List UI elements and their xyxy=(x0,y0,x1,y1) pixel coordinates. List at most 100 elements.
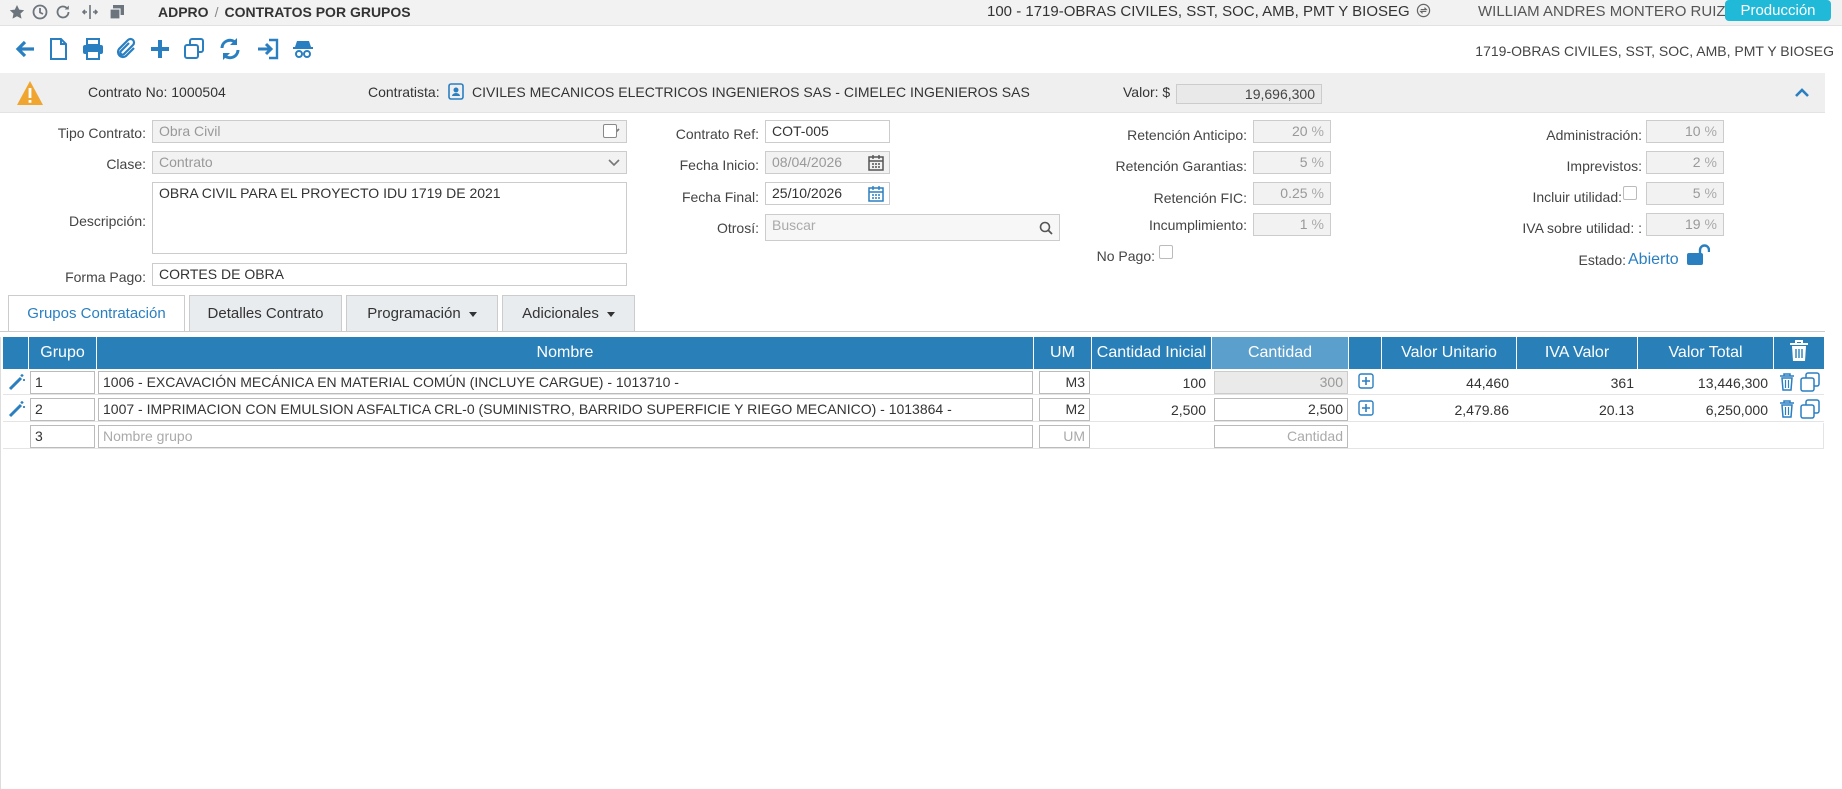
windows-icon[interactable] xyxy=(107,2,127,22)
incluir-utilidad-input[interactable]: 5% xyxy=(1646,182,1724,205)
add-icon[interactable] xyxy=(147,36,173,62)
valor-label: Valor: $ xyxy=(1123,84,1171,100)
nombre-cell[interactable]: 1006 - EXCAVACIÓN MECÁNICA EN MATERIAL C… xyxy=(98,371,1033,394)
estado-value[interactable]: Abierto xyxy=(1628,251,1679,269)
administracion-label: Administración: xyxy=(1546,127,1642,143)
tab-programacion[interactable]: Programación xyxy=(346,295,498,332)
calendar-icon[interactable] xyxy=(867,154,885,172)
nombre-input[interactable]: Nombre grupo xyxy=(98,425,1033,448)
cantidad-cell[interactable]: 300 xyxy=(1214,371,1348,394)
star-icon[interactable] xyxy=(7,2,27,22)
duplicate-icon[interactable] xyxy=(1800,372,1820,392)
paperclip-icon[interactable] xyxy=(113,36,139,62)
grupo-cell[interactable]: 3 xyxy=(30,425,95,448)
user-name[interactable]: WILLIAM ANDRES MONTERO RUIZ xyxy=(1478,3,1726,20)
fecha-final-value: 25/10/2026 xyxy=(772,185,843,201)
incluir-utilidad-checkbox[interactable] xyxy=(1623,186,1637,200)
trash-icon[interactable] xyxy=(1779,373,1795,391)
clase-select[interactable]: Contrato xyxy=(152,151,627,174)
um-input[interactable]: UM xyxy=(1039,425,1090,448)
retencion-anticipo-input[interactable]: 20% xyxy=(1253,120,1331,143)
contact-card-icon[interactable] xyxy=(448,83,464,100)
tipo-contrato-select[interactable]: Obra Civil xyxy=(152,120,627,143)
import-icon[interactable] xyxy=(255,36,281,62)
column-header-valor-unitario[interactable]: Valor Unitario xyxy=(1382,337,1517,369)
warning-icon xyxy=(17,81,43,105)
descripcion-textarea[interactable]: OBRA CIVIL PARA EL PROYECTO IDU 1719 DE … xyxy=(152,182,627,254)
contract-number: Contrato No: 1000504 xyxy=(88,84,226,100)
retencion-garantias-input[interactable]: 5% xyxy=(1253,151,1331,174)
no-pago-label: No Pago: xyxy=(1096,248,1155,264)
incluir-utilidad-value: 5 xyxy=(1692,185,1701,201)
administracion-input[interactable]: 10% xyxy=(1646,120,1724,143)
switch-project-icon[interactable] xyxy=(1416,3,1431,18)
refresh-icon[interactable] xyxy=(53,2,73,22)
no-pago-checkbox[interactable] xyxy=(1159,245,1173,259)
duplicate-icon[interactable] xyxy=(1800,399,1820,419)
copy-icon[interactable] xyxy=(181,36,207,62)
plus-square-icon[interactable] xyxy=(1358,400,1374,416)
otrosi-search-input[interactable]: Buscar xyxy=(765,214,1060,241)
split-view-icon[interactable] xyxy=(80,2,100,22)
column-header-iva-valor[interactable]: IVA Valor xyxy=(1517,337,1638,369)
column-header-edit xyxy=(3,337,29,369)
tab-adicionales[interactable]: Adicionales xyxy=(502,295,635,332)
clase-label: Clase: xyxy=(106,156,146,172)
tipo-contrato-label: Tipo Contrato: xyxy=(57,125,146,141)
percent-sign: % xyxy=(1311,154,1324,170)
unlock-icon[interactable] xyxy=(1686,244,1710,266)
valor-total-value: 13,446,300 xyxy=(1697,375,1768,391)
retencion-fic-input[interactable]: 0.25% xyxy=(1253,182,1331,205)
column-header-nombre[interactable]: Nombre xyxy=(97,337,1034,369)
magic-wand-icon[interactable] xyxy=(8,400,26,418)
back-arrow-icon[interactable] xyxy=(12,36,38,62)
breadcrumb-page: CONTRATOS POR GRUPOS xyxy=(224,4,411,20)
plus-square-icon[interactable] xyxy=(1358,373,1374,389)
fecha-final-input[interactable]: 25/10/2026 xyxy=(765,182,890,205)
tab-grupos-contratacion[interactable]: Grupos Contratación xyxy=(8,295,185,332)
column-header-um[interactable]: UM xyxy=(1034,337,1092,369)
contract-header: Contrato No: 1000504 Contratista: CIVILE… xyxy=(0,73,1825,113)
imprevistos-value: 2 xyxy=(1692,154,1701,170)
imprevistos-input[interactable]: 2% xyxy=(1646,151,1724,174)
column-header-add xyxy=(1349,337,1382,369)
history-icon[interactable] xyxy=(30,2,50,22)
calendar-icon[interactable] xyxy=(867,185,885,203)
cantidad-cell[interactable]: 2,500 xyxy=(1214,398,1348,421)
imprevistos-label: Imprevistos: xyxy=(1566,158,1642,174)
tab-detalles-contrato[interactable]: Detalles Contrato xyxy=(189,295,342,332)
trash-icon[interactable] xyxy=(1779,400,1795,418)
nombre-cell[interactable]: 1007 - IMPRIMACION CON EMULSION ASFALTIC… xyxy=(98,398,1033,421)
column-header-cantidad-inicial[interactable]: Cantidad Inicial xyxy=(1092,337,1212,369)
tipo-contrato-checkbox[interactable] xyxy=(603,124,617,138)
incumplimiento-input[interactable]: 1% xyxy=(1253,213,1331,236)
breadcrumb-root[interactable]: ADPRO xyxy=(158,4,209,20)
estado-label: Estado: xyxy=(1578,252,1626,268)
chevron-up-icon[interactable] xyxy=(1794,85,1810,101)
sync-icon[interactable] xyxy=(217,36,243,62)
column-header-grupo[interactable]: Grupo xyxy=(29,337,97,369)
iva-utilidad-input[interactable]: 19% xyxy=(1646,213,1724,236)
fecha-inicio-input[interactable]: 08/04/2026 xyxy=(765,151,890,174)
um-cell[interactable]: M2 xyxy=(1039,398,1090,421)
grupo-cell[interactable]: 1 xyxy=(30,371,95,394)
spy-icon[interactable] xyxy=(290,36,316,62)
contrato-ref-input[interactable]: COT-005 xyxy=(765,120,890,143)
trash-icon[interactable] xyxy=(1789,340,1809,362)
magic-wand-icon[interactable] xyxy=(8,373,26,391)
cantidad-input[interactable]: Cantidad xyxy=(1214,425,1348,448)
column-header-delete xyxy=(1774,337,1824,369)
new-document-icon[interactable] xyxy=(45,36,71,62)
forma-pago-input[interactable]: CORTES DE OBRA xyxy=(152,263,627,286)
column-header-cantidad[interactable]: Cantidad xyxy=(1212,337,1349,369)
percent-sign: % xyxy=(1311,123,1324,139)
grupo-cell[interactable]: 2 xyxy=(30,398,95,421)
search-icon[interactable] xyxy=(1039,221,1053,235)
project-title[interactable]: 100 - 1719-OBRAS CIVILES, SST, SOC, AMB,… xyxy=(987,3,1431,20)
fecha-inicio-label: Fecha Inicio: xyxy=(679,157,759,173)
column-header-valor-total[interactable]: Valor Total xyxy=(1638,337,1774,369)
top-bar: ADPRO / CONTRATOS POR GRUPOS 100 - 1719-OB… xyxy=(0,0,1842,26)
descripcion-label: Descripción: xyxy=(68,213,146,229)
print-icon[interactable] xyxy=(80,36,106,62)
um-cell[interactable]: M3 xyxy=(1039,371,1090,394)
